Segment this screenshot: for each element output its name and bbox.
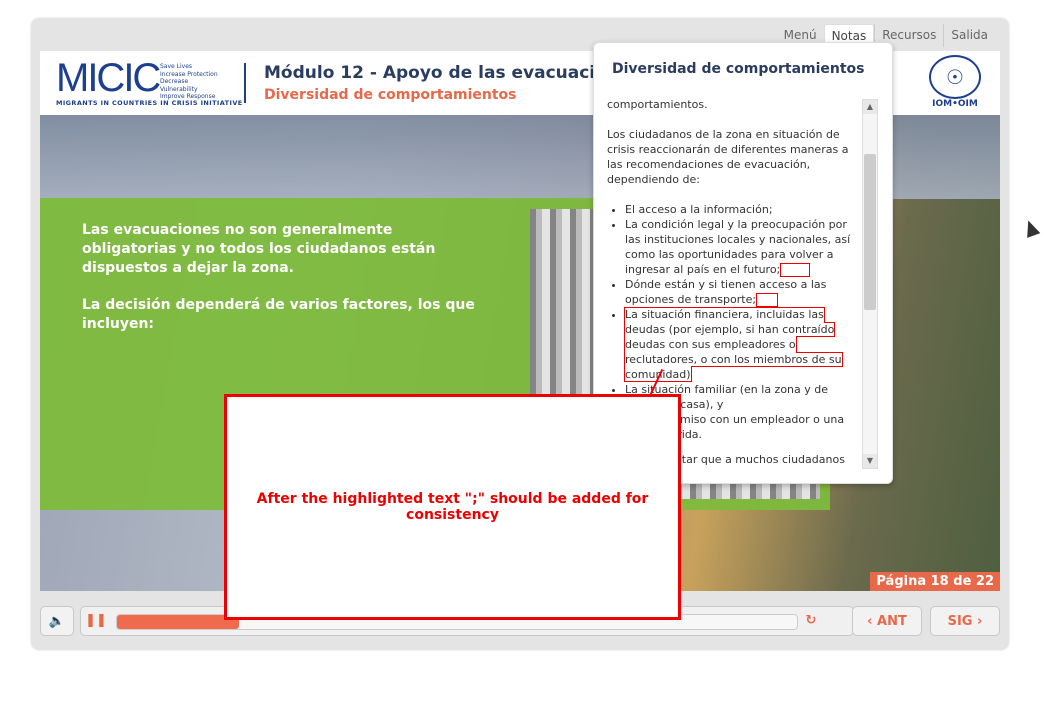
highlighted-text: La situación financiera, incluidas las d… <box>624 307 843 382</box>
chevron-left-icon: ‹ <box>867 613 873 629</box>
progress-fill <box>117 615 240 629</box>
notes-title: Diversidad de comportamientos <box>612 61 865 77</box>
pause-button[interactable]: ❚❚ <box>85 606 107 634</box>
scroll-thumb[interactable] <box>864 154 876 310</box>
scroll-down-icon[interactable]: ▼ <box>863 454 877 468</box>
module-title: Módulo 12 - Apoyo de las evacuacione <box>264 63 631 83</box>
highlight-box <box>756 293 779 307</box>
nav-salida[interactable]: Salida <box>943 24 995 47</box>
mouse-cursor-icon <box>1021 218 1041 238</box>
pause-icon: ❚❚ <box>85 612 107 628</box>
slide-text: Las evacuaciones no son generalmente obl… <box>82 221 482 352</box>
header-divider <box>244 63 246 103</box>
micic-logo: MICIC Save Lives Increase Protection Dec… <box>56 56 243 107</box>
replay-button[interactable]: ↻ <box>800 606 822 634</box>
volume-button[interactable]: 🔈 <box>40 606 74 636</box>
notes-scrollbar[interactable]: ▲ ▼ <box>862 99 878 469</box>
review-comment: After the highlighted text ";" should be… <box>224 394 681 620</box>
next-button[interactable]: SIG › <box>930 606 1000 636</box>
highlight-box <box>780 263 811 277</box>
slide-paragraph-2: La decisión dependerá de varios factores… <box>82 297 475 332</box>
replay-icon: ↻ <box>805 612 817 628</box>
speaker-icon: 🔈 <box>48 613 66 629</box>
chevron-right-icon: › <box>977 613 983 629</box>
page-indicator: Página 18 de 22 <box>870 572 1000 591</box>
slide-paragraph-1: Las evacuaciones no son generalmente obl… <box>82 222 436 276</box>
module-subtitle: Diversidad de comportamientos <box>264 87 517 103</box>
globe-icon: ☉ <box>929 55 981 99</box>
iom-logo: ☉ IOM•OIM <box>925 55 985 109</box>
prev-button[interactable]: ‹ ANT <box>852 606 922 636</box>
scroll-up-icon[interactable]: ▲ <box>863 100 877 114</box>
